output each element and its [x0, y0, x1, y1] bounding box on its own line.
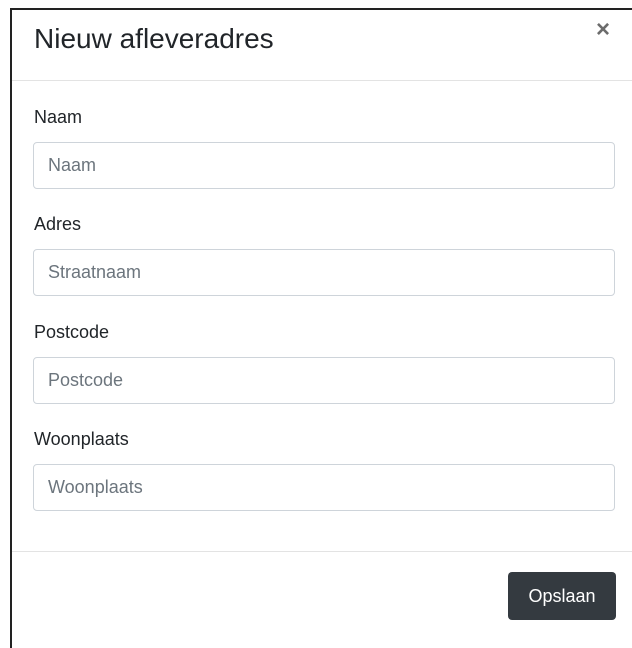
save-button[interactable]: Opslaan — [508, 572, 616, 620]
address-label: Adres — [34, 214, 82, 234]
name-input[interactable] — [33, 142, 615, 189]
city-input[interactable] — [33, 464, 615, 511]
modal-body: Naam Adres Postcode Woonplaats — [12, 81, 632, 552]
name-label: Naam — [34, 107, 83, 127]
postcode-input[interactable] — [33, 357, 615, 404]
postcode-label: Postcode — [34, 322, 110, 342]
modal-header: Nieuw afleveradres × — [12, 10, 632, 81]
city-label: Woonplaats — [34, 429, 129, 449]
new-delivery-address-modal: Nieuw afleveradres × Naam Adres Postcode… — [10, 8, 632, 648]
modal-title: Nieuw afleveradres — [34, 23, 274, 54]
close-icon[interactable]: × — [596, 18, 610, 42]
street-input[interactable] — [33, 249, 615, 296]
